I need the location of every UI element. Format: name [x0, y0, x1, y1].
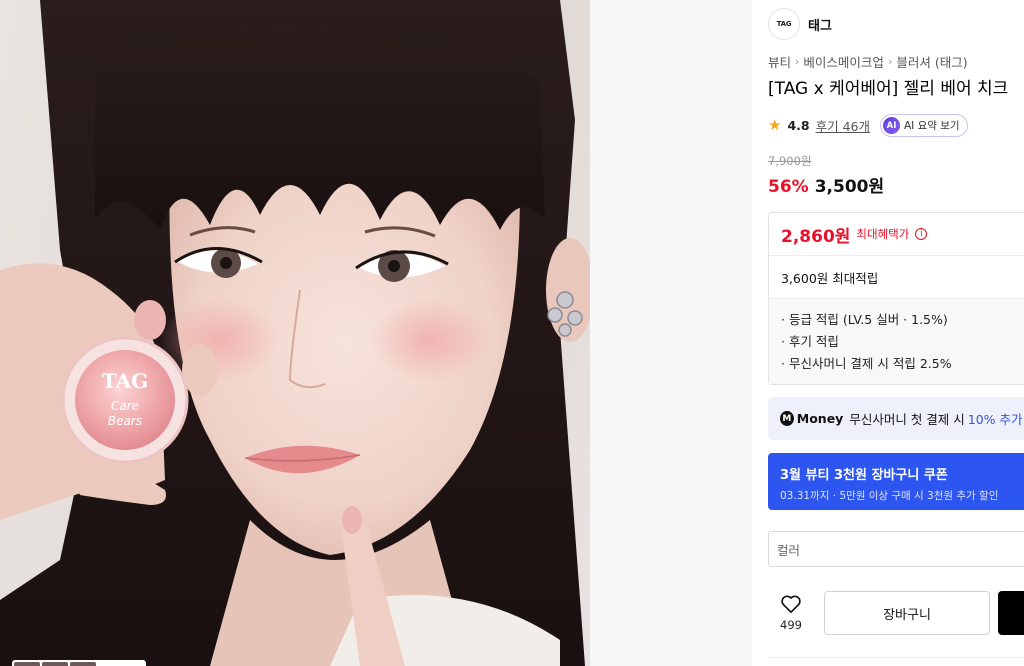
- ai-summary-label: AI 요약 보기: [904, 120, 960, 132]
- points-item: · 무신사머니 결제 시 적립 2.5%: [781, 356, 952, 371]
- money-icon: M: [780, 411, 794, 426]
- heart-icon: [781, 595, 801, 613]
- chevron-right-icon: ›: [887, 55, 893, 68]
- breadcrumb-item[interactable]: 블러셔 (태그): [896, 52, 967, 71]
- breadcrumb-item[interactable]: 뷰티: [768, 52, 791, 71]
- info-icon[interactable]: i: [915, 228, 928, 240]
- max-benefit-price: 2,860원: [781, 226, 851, 247]
- brand-logo[interactable]: TAG: [768, 8, 800, 40]
- ai-icon: AI: [883, 117, 900, 134]
- breadcrumb: 뷰티 › 베이스메이크업 › 블러셔 (태그): [768, 52, 968, 71]
- thumbnail[interactable]: [14, 662, 40, 666]
- like-count: 499: [780, 618, 802, 632]
- max-benefit-label: 최대혜택가: [856, 227, 910, 241]
- compact-logo-tag: TAG: [102, 369, 148, 393]
- product-info-panel: TAG 태그 뷰티 › 베이스메이크업 › 블러셔 (태그) [TAG x 케어…: [752, 0, 1024, 666]
- coupon-banner[interactable]: 3월 뷰티 3천원 장바구니 쿠폰 03.31까지 · 5만원 이상 구매 시 …: [768, 453, 1024, 510]
- color-option-select[interactable]: 컬러: [768, 531, 1024, 567]
- money-highlight: 10% 추가 적: [967, 412, 1024, 427]
- points-item: · 등급 적립 (LV.5 실버 · 1.5%): [781, 312, 948, 327]
- model-illustration: TAG Care Bears: [0, 0, 590, 666]
- breadcrumb-item[interactable]: 베이스메이크업: [803, 52, 884, 71]
- points-item: · 후기 적립: [781, 334, 839, 349]
- thumbnail-strip[interactable]: [12, 660, 146, 666]
- compact-logo-care: Care: [111, 399, 139, 413]
- musinsa-money-banner[interactable]: M Money 무신사머니 첫 결제 시 10% 추가 적: [768, 397, 1024, 440]
- compact-logo-bears: Bears: [108, 414, 142, 428]
- purchase-bar: 499 장바구니: [768, 589, 1024, 637]
- points-list: · 등급 적립 (LV.5 실버 · 1.5%) · 후기 적립 · 무신사머니…: [769, 299, 1024, 384]
- thumbnail[interactable]: [70, 662, 96, 666]
- discount-rate: 56%: [768, 177, 809, 197]
- points-total: 3,600원 최대적립: [769, 256, 1024, 299]
- coupon-title: 3월 뷰티 3천원 장바구니 쿠폰: [780, 468, 948, 483]
- money-brand: Money: [796, 411, 844, 426]
- max-benefit-row[interactable]: 2,860원 최대혜택가 i: [769, 213, 1024, 256]
- benefit-box: 2,860원 최대혜택가 i 3,600원 최대적립 · 등급 적립 (LV.5…: [768, 212, 1024, 385]
- star-icon: ★: [768, 116, 782, 134]
- thumbnail[interactable]: [42, 662, 68, 666]
- chevron-right-icon: ›: [795, 55, 800, 68]
- original-price: 7,900원: [768, 154, 812, 168]
- review-count-link[interactable]: 후기 46개: [816, 116, 870, 135]
- product-title: [TAG x 케어베어] 젤리 베어 치크: [768, 79, 1009, 99]
- money-text: 무신사머니 첫 결제 시: [849, 412, 965, 427]
- ai-summary-button[interactable]: AI AI 요약 보기: [880, 114, 968, 137]
- coupon-subtitle: 03.31까지 · 5만원 이상 구매 시 3천원 추가 할인: [780, 490, 999, 502]
- product-photo[interactable]: TAG Care Bears: [0, 0, 590, 666]
- color-option-placeholder: 컬러: [777, 542, 801, 558]
- brand-row[interactable]: TAG 태그: [768, 8, 832, 40]
- rating-row: ★ 4.8 후기 46개 AI AI 요약 보기: [768, 114, 968, 137]
- sale-price: 3,500원: [814, 177, 885, 197]
- price-row: 56% 3,500원: [768, 172, 884, 197]
- like-button[interactable]: 499: [768, 589, 814, 637]
- rating-value: 4.8: [787, 118, 810, 133]
- add-to-cart-button[interactable]: 장바구니: [824, 591, 990, 635]
- divider: [768, 657, 1024, 658]
- brand-name[interactable]: 태그: [808, 15, 832, 34]
- buy-now-button[interactable]: [998, 591, 1024, 635]
- gutter: [590, 0, 752, 666]
